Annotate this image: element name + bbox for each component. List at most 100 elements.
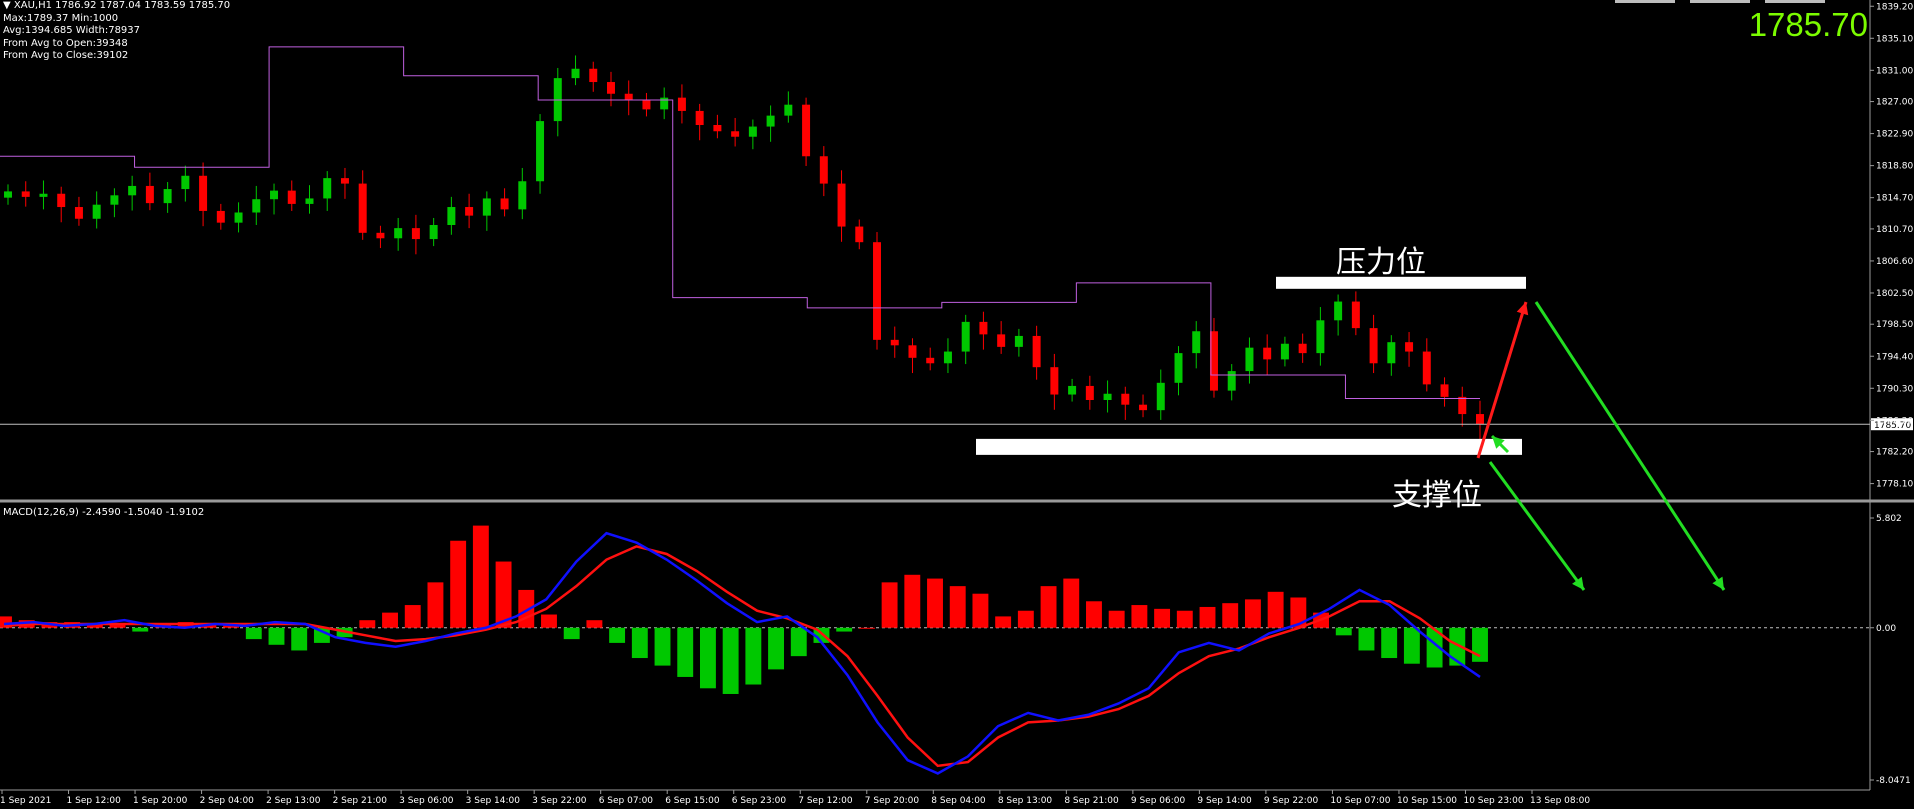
- candle-body: [376, 232, 385, 239]
- candle-body: [287, 190, 296, 204]
- macd-histogram-bar: [858, 627, 875, 629]
- chart-canvas: MACD(12,26,9) -2.4590 -1.5040 -1.9102 17…: [0, 0, 1914, 806]
- macd-histogram-bar: [1063, 578, 1080, 628]
- candle-body: [447, 207, 456, 225]
- candle-body: [305, 198, 314, 204]
- candle-body: [394, 228, 403, 239]
- macd-histogram-bar: [1131, 605, 1148, 628]
- candle-body: [340, 178, 349, 184]
- candle-body: [500, 198, 509, 210]
- time-tick-label: 10 Sep 07:00: [1330, 796, 1390, 806]
- candle-body: [819, 156, 828, 184]
- resistance-label: 压力位: [1336, 245, 1426, 280]
- toolbar-button-3[interactable]: [1765, 0, 1825, 3]
- time-tick-label: 7 Sep 12:00: [798, 796, 853, 806]
- projection-arrow-up: [1476, 301, 1528, 459]
- candle-body: [145, 185, 154, 204]
- candle-body: [1085, 385, 1094, 400]
- macd-histogram-bar: [1335, 627, 1352, 636]
- candle-body: [1032, 335, 1041, 368]
- macd-histogram-bar: [790, 627, 807, 657]
- macd-histogram-bar: [586, 620, 603, 628]
- candle-body: [1121, 393, 1130, 405]
- candle-body: [323, 178, 332, 199]
- price-tick-label: 1790.30: [1876, 384, 1913, 394]
- time-tick-label: 1 Sep 2021: [0, 796, 51, 806]
- candle-body: [908, 345, 917, 358]
- macd-line: [3, 531, 1481, 775]
- candle-body: [1050, 367, 1059, 395]
- toolbar-button-1[interactable]: [1615, 0, 1675, 3]
- price-tick-label: 1831.00: [1876, 66, 1913, 76]
- candle-body: [855, 226, 864, 243]
- macd-histogram-bar: [1267, 591, 1284, 628]
- avg-close-line: From Avg to Close:39102: [3, 50, 129, 61]
- macd-histogram-bar: [132, 627, 149, 632]
- candle-body: [1227, 371, 1236, 391]
- macd-histogram-bar: [722, 627, 739, 694]
- macd-histogram-bar: [609, 627, 626, 643]
- candle-body: [1351, 301, 1360, 329]
- avg-width-line: Avg:1394.685 Width:78937: [3, 25, 141, 36]
- macd-histogram-bar: [1381, 627, 1398, 659]
- candle-body: [589, 68, 598, 83]
- macd-histogram-bar: [563, 627, 580, 640]
- projection-arrow-down-2: [1488, 461, 1586, 591]
- macd-histogram-bar: [631, 627, 648, 659]
- current-price-display: 1785.70: [1748, 6, 1868, 43]
- macd-histogram-bar: [654, 627, 671, 666]
- candle-body: [57, 193, 66, 208]
- candle-body: [1280, 343, 1289, 360]
- time-tick-label: 10 Sep 23:00: [1463, 796, 1523, 806]
- candle-body: [536, 121, 545, 182]
- macd-histogram-bar: [699, 627, 716, 689]
- candle-body: [606, 82, 615, 94]
- candle-body: [766, 115, 775, 127]
- candle-body: [802, 104, 811, 157]
- macd-histogram-bar: [949, 586, 966, 628]
- candle-body: [1476, 414, 1484, 425]
- macd-histogram-bar: [1176, 610, 1193, 628]
- macd-tick-label: -8.0471: [1876, 776, 1911, 786]
- time-tick-label: 3 Sep 14:00: [466, 796, 521, 806]
- candle-body: [482, 198, 491, 216]
- macd-histogram-bar: [291, 627, 308, 651]
- macd-histogram-bar: [472, 525, 489, 628]
- macd-histogram-bar: [1040, 586, 1057, 628]
- candle-body: [74, 207, 83, 219]
- macd-histogram-bar: [904, 574, 921, 628]
- macd-histogram-bar: [1403, 627, 1420, 664]
- candle-body: [181, 175, 190, 190]
- time-axis: 1 Sep 2021 1 Sep 12:00 1 Sep 20:00 2 Sep 04…: [0, 789, 1870, 806]
- candle-body: [943, 351, 952, 364]
- price-tick-label: 1794.40: [1876, 352, 1913, 362]
- macd-histogram-bar: [1472, 627, 1488, 662]
- candle-body: [234, 212, 243, 223]
- price-tick-label: 1822.90: [1876, 130, 1913, 140]
- price-tick-label: 1827.00: [1876, 98, 1913, 108]
- candle-body: [695, 110, 704, 125]
- support-label: 支撑位: [1392, 478, 1482, 513]
- candle-body: [21, 191, 30, 197]
- macd-histogram-bar: [927, 578, 943, 628]
- candle-body: [873, 242, 882, 340]
- candle-body: [571, 68, 580, 79]
- candle-body: [518, 181, 527, 210]
- price-tick-label: 1814.70: [1876, 194, 1913, 204]
- candle-body: [1458, 396, 1467, 415]
- time-tick-label: 10 Sep 15:00: [1397, 796, 1457, 806]
- candle-body: [748, 126, 757, 137]
- projection-arrow-down-2-head: [1572, 576, 1584, 590]
- macd-histogram-bar: [541, 614, 557, 628]
- candle-body: [1245, 347, 1254, 372]
- macd-histogram-bar: [972, 593, 989, 628]
- candle-body: [163, 189, 172, 204]
- macd-histogram-bar: [245, 627, 262, 640]
- macd-histogram-bar: [1358, 627, 1375, 651]
- price-tick-label: 1782.20: [1876, 448, 1913, 458]
- toolbar-button-2[interactable]: [1690, 0, 1750, 3]
- macd-histogram-bar: [1199, 606, 1216, 628]
- candle-body: [837, 183, 846, 227]
- macd-histogram-bar: [881, 582, 898, 628]
- macd-histogram-bar: [995, 616, 1012, 628]
